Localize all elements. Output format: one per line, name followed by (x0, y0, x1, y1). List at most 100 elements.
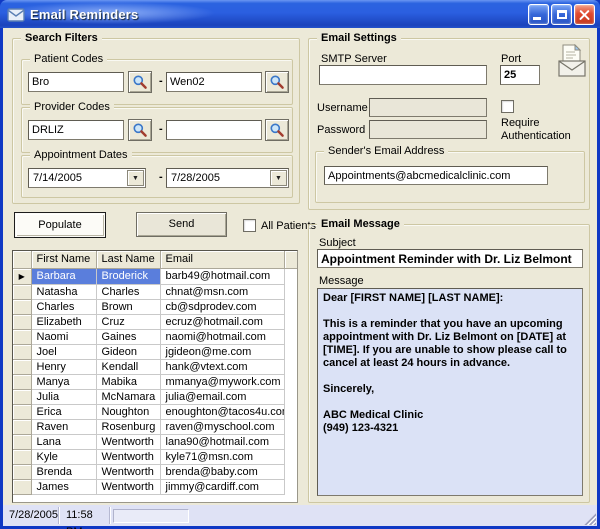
titlebar[interactable]: Email Reminders (0, 0, 600, 28)
maximize-button[interactable] (551, 4, 572, 25)
message-textarea[interactable]: Dear [FIRST NAME] [LAST NAME]: This is a… (317, 288, 583, 496)
send-button[interactable]: Send (136, 212, 227, 237)
table-row[interactable]: ManyaMabikammanya@mywork.com (13, 374, 298, 389)
provider-code-to-search-button[interactable] (265, 119, 289, 141)
minimize-button[interactable] (528, 4, 549, 25)
cell-email[interactable]: jgideon@me.com (160, 344, 284, 359)
cell-first-name[interactable]: Erica (31, 404, 96, 419)
cell-first-name[interactable]: Julia (31, 389, 96, 404)
row-selector[interactable] (13, 329, 31, 344)
close-button[interactable] (574, 4, 595, 25)
cell-first-name[interactable]: Henry (31, 359, 96, 374)
subject-input[interactable] (317, 249, 583, 268)
appointment-date-to-combobox[interactable]: 7/28/2005 ▼ (166, 168, 289, 188)
cell-first-name[interactable]: Kyle (31, 449, 96, 464)
patient-code-to-input[interactable] (166, 72, 262, 92)
table-row[interactable]: ▶BarbaraBroderickbarb49@hotmail.com (13, 268, 298, 284)
table-row[interactable]: BrendaWentworthbrenda@baby.com (13, 464, 298, 479)
cell-last-name[interactable]: McNamara (96, 389, 160, 404)
cell-email[interactable]: julia@email.com (160, 389, 284, 404)
patient-grid[interactable]: First Name Last Name Email ▶BarbaraBrode… (12, 250, 298, 503)
cell-last-name[interactable]: Noughton (96, 404, 160, 419)
table-row[interactable]: NaomiGainesnaomi@hotmail.com (13, 329, 298, 344)
table-row[interactable]: RavenRosenburgraven@myschool.com (13, 419, 298, 434)
cell-first-name[interactable]: Joel (31, 344, 96, 359)
table-row[interactable]: ElizabethCruzecruz@hotmail.com (13, 314, 298, 329)
row-selector[interactable] (13, 284, 31, 299)
cell-last-name[interactable]: Wentworth (96, 464, 160, 479)
chevron-down-icon[interactable]: ▼ (270, 170, 287, 186)
appointment-date-from-combobox[interactable]: 7/14/2005 ▼ (28, 168, 146, 188)
column-header-first-name[interactable]: First Name (31, 251, 96, 268)
cell-email[interactable]: cb@sdprodev.com (160, 299, 284, 314)
row-selector[interactable] (13, 449, 31, 464)
cell-first-name[interactable]: Manya (31, 374, 96, 389)
cell-first-name[interactable]: Lana (31, 434, 96, 449)
username-input[interactable] (369, 98, 487, 117)
cell-last-name[interactable]: Kendall (96, 359, 160, 374)
cell-last-name[interactable]: Gaines (96, 329, 160, 344)
smtp-server-input[interactable] (319, 65, 487, 85)
cell-email[interactable]: kyle71@msn.com (160, 449, 284, 464)
table-row[interactable]: JamesWentworthjimmy@cardiff.com (13, 479, 298, 494)
table-row[interactable]: EricaNoughtonenoughton@tacos4u.com (13, 404, 298, 419)
cell-last-name[interactable]: Rosenburg (96, 419, 160, 434)
row-selector[interactable] (13, 374, 31, 389)
cell-last-name[interactable]: Gideon (96, 344, 160, 359)
row-selector[interactable] (13, 404, 31, 419)
table-row[interactable]: LanaWentworthlana90@hotmail.com (13, 434, 298, 449)
cell-email[interactable]: enoughton@tacos4u.com (160, 404, 284, 419)
cell-last-name[interactable]: Charles (96, 284, 160, 299)
row-selector[interactable] (13, 479, 31, 494)
cell-last-name[interactable]: Broderick (96, 268, 160, 284)
patient-code-to-search-button[interactable] (265, 71, 289, 93)
cell-email[interactable]: naomi@hotmail.com (160, 329, 284, 344)
cell-email[interactable]: chnat@msn.com (160, 284, 284, 299)
all-patients-checkbox[interactable] (243, 219, 256, 232)
cell-email[interactable]: barb49@hotmail.com (160, 268, 284, 284)
row-selector[interactable] (13, 314, 31, 329)
cell-email[interactable]: mmanya@mywork.com (160, 374, 284, 389)
cell-first-name[interactable]: Brenda (31, 464, 96, 479)
row-selector[interactable] (13, 299, 31, 314)
cell-last-name[interactable]: Wentworth (96, 449, 160, 464)
column-header-last-name[interactable]: Last Name (96, 251, 160, 268)
require-authentication-label[interactable]: Require Authentication (501, 117, 593, 143)
cell-first-name[interactable]: Elizabeth (31, 314, 96, 329)
cell-first-name[interactable]: Natasha (31, 284, 96, 299)
cell-email[interactable]: jimmy@cardiff.com (160, 479, 284, 494)
row-selector[interactable] (13, 419, 31, 434)
cell-email[interactable]: hank@vtext.com (160, 359, 284, 374)
current-row-marker[interactable]: ▶ (13, 268, 31, 284)
table-row[interactable]: CharlesBrowncb@sdprodev.com (13, 299, 298, 314)
cell-email[interactable]: brenda@baby.com (160, 464, 284, 479)
cell-last-name[interactable]: Cruz (96, 314, 160, 329)
patient-code-from-search-button[interactable] (128, 71, 152, 93)
provider-code-from-search-button[interactable] (128, 119, 152, 141)
cell-email[interactable]: raven@myschool.com (160, 419, 284, 434)
table-row[interactable]: NatashaCharleschnat@msn.com (13, 284, 298, 299)
cell-first-name[interactable]: Barbara (31, 268, 96, 284)
provider-code-from-input[interactable] (28, 120, 124, 140)
cell-email[interactable]: lana90@hotmail.com (160, 434, 284, 449)
column-header-email[interactable]: Email (160, 251, 284, 268)
patient-code-from-input[interactable] (28, 72, 124, 92)
table-row[interactable]: HenryKendallhank@vtext.com (13, 359, 298, 374)
cell-first-name[interactable]: Naomi (31, 329, 96, 344)
row-selector[interactable] (13, 389, 31, 404)
table-row[interactable]: KyleWentworthkyle71@msn.com (13, 449, 298, 464)
cell-last-name[interactable]: Wentworth (96, 479, 160, 494)
resize-grip-icon[interactable] (583, 512, 596, 525)
row-selector[interactable] (13, 359, 31, 374)
cell-first-name[interactable]: Charles (31, 299, 96, 314)
cell-first-name[interactable]: Raven (31, 419, 96, 434)
password-input[interactable] (369, 120, 487, 139)
provider-code-to-input[interactable] (166, 120, 262, 140)
port-input[interactable] (500, 65, 540, 85)
cell-last-name[interactable]: Mabika (96, 374, 160, 389)
table-row[interactable]: JoelGideonjgideon@me.com (13, 344, 298, 359)
row-selector[interactable] (13, 344, 31, 359)
row-selector[interactable] (13, 464, 31, 479)
cell-email[interactable]: ecruz@hotmail.com (160, 314, 284, 329)
cell-last-name[interactable]: Brown (96, 299, 160, 314)
